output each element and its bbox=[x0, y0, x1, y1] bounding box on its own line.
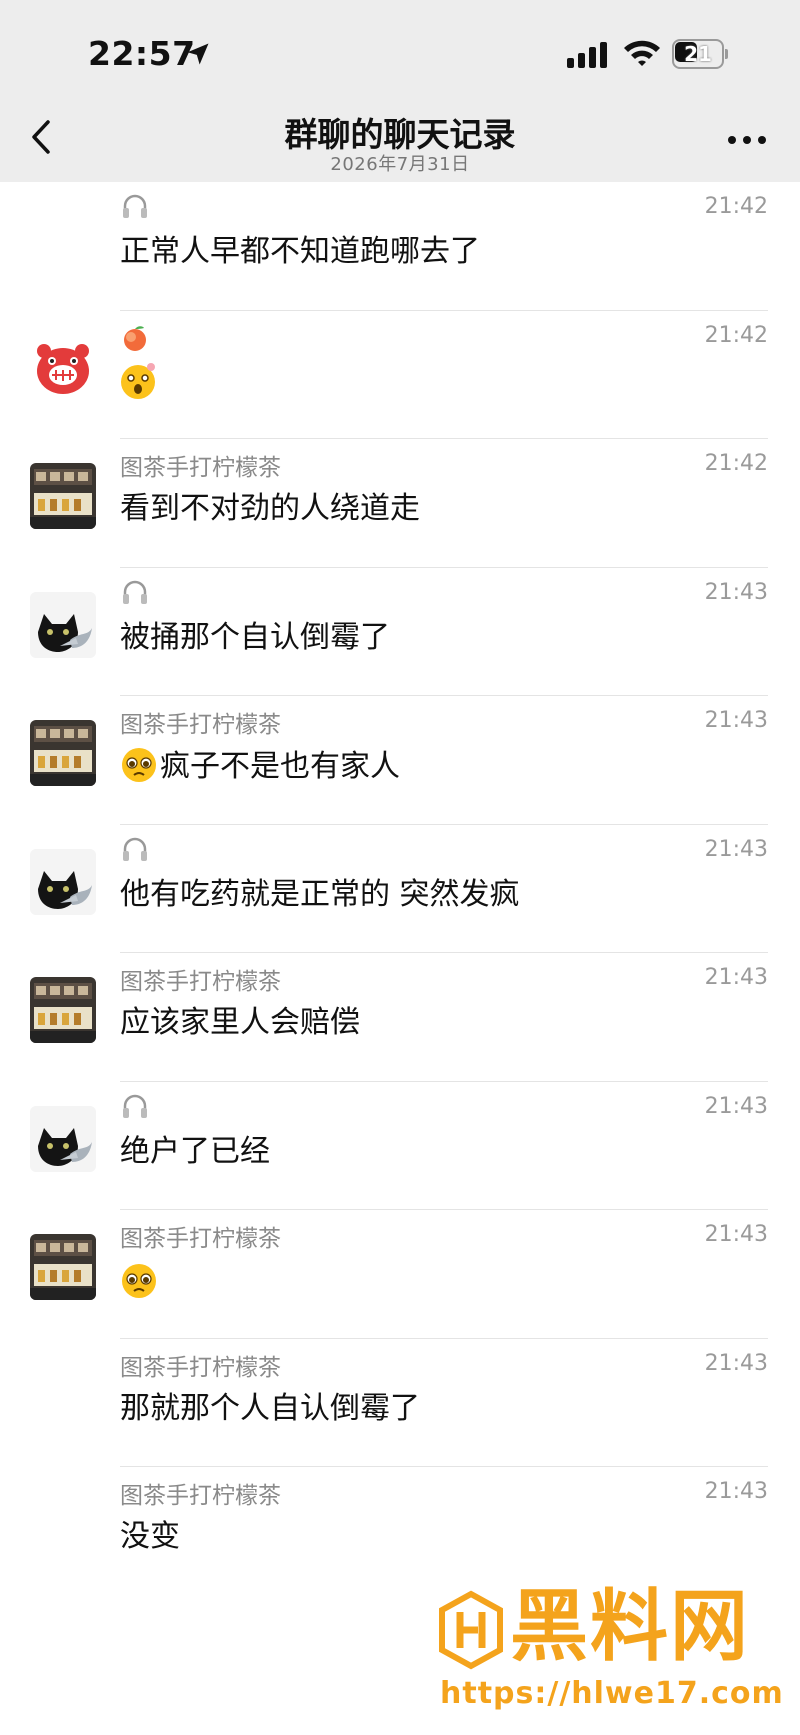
watermark-logo bbox=[439, 1590, 503, 1670]
pleading-emoji-icon bbox=[122, 1264, 156, 1298]
headphones-icon bbox=[123, 1094, 147, 1118]
message-text: 被捅那个自认倒霉了 bbox=[120, 619, 390, 655]
location-arrow-icon bbox=[187, 43, 209, 65]
watermark-text: 黑料网 bbox=[510, 1582, 751, 1672]
sender-name: 图茶手打柠檬茶 bbox=[120, 455, 281, 481]
headphones-icon bbox=[123, 580, 147, 604]
page-subtitle: 2026年7月31日 bbox=[330, 154, 470, 175]
pleading-emoji-icon bbox=[122, 748, 156, 782]
list-item[interactable]: 21:43 他有吃药就是正常的 突然发疯 bbox=[0, 825, 800, 953]
sender-name: 图茶手打柠檬茶 bbox=[120, 1226, 281, 1252]
cat-avatar[interactable] bbox=[30, 1105, 96, 1172]
list-item[interactable]: 图茶手打柠檬茶 21:43 那就那个人自认倒霉了 bbox=[0, 1339, 800, 1467]
sender-name: 图茶手打柠檬茶 bbox=[120, 969, 281, 995]
message-time: 21:43 bbox=[704, 1479, 768, 1504]
ellipsis-icon[interactable] bbox=[724, 122, 770, 158]
message-time: 21:43 bbox=[704, 1222, 768, 1247]
tea-shop-avatar[interactable] bbox=[30, 1234, 96, 1300]
message-text: 那就那个人自认倒霉了 bbox=[120, 1390, 420, 1426]
list-item[interactable]: 图茶手打柠檬茶 21:43 bbox=[0, 1210, 800, 1339]
sender-name: 图茶手打柠檬茶 bbox=[120, 712, 281, 738]
list-item[interactable]: 图茶手打柠檬茶 21:42 看到不对劲的人绕道走 bbox=[0, 439, 800, 568]
list-item[interactable]: 21:43 绝户了已经 bbox=[0, 1082, 800, 1210]
message-time: 21:43 bbox=[704, 1093, 768, 1119]
signal-icon bbox=[567, 42, 607, 68]
message-time: 21:43 bbox=[704, 1350, 768, 1376]
sender-name: 图茶手打柠檬茶 bbox=[120, 1483, 281, 1509]
status-bar: 22:57 21 bbox=[0, 0, 800, 100]
tea-shop-avatar[interactable] bbox=[30, 977, 96, 1043]
headphones-icon bbox=[123, 837, 147, 861]
message-text: 他有吃药就是正常的 突然发疯 bbox=[120, 876, 520, 912]
watermark-url: https://hlwe17.com bbox=[440, 1676, 784, 1711]
tea-shop-avatar[interactable] bbox=[30, 720, 96, 786]
pig-avatar[interactable] bbox=[30, 334, 96, 401]
message-time: 21:43 bbox=[704, 579, 768, 605]
top-bar: 22:57 21 群聊的聊天记录 2026年7月31日 bbox=[0, 0, 800, 182]
peach-emoji-icon bbox=[124, 325, 146, 351]
status-time: 22:57 bbox=[88, 34, 196, 73]
message-time: 21:43 bbox=[704, 708, 768, 733]
nav-bar: 群聊的聊天记录 2026年7月31日 bbox=[0, 100, 800, 182]
message-text: 应该家里人会赔偿 bbox=[120, 1005, 360, 1040]
cat-avatar[interactable] bbox=[30, 591, 96, 658]
message-time: 21:43 bbox=[704, 965, 768, 990]
page-title: 群聊的聊天记录 bbox=[284, 115, 516, 154]
battery-level: 21 bbox=[684, 42, 712, 66]
astonished-emoji-icon bbox=[121, 362, 155, 399]
cat-avatar[interactable] bbox=[30, 848, 96, 915]
message-time: 21:42 bbox=[704, 322, 768, 348]
message-list: 21:42 正常人早都不知道跑哪去了 21:42 图茶手打柠檬茶 21:42 看… bbox=[0, 182, 800, 1596]
message-text-row: 疯子不是也有家人 bbox=[120, 746, 400, 787]
message-text: 看到不对劲的人绕道走 bbox=[120, 491, 420, 526]
sender-name: 图茶手打柠檬茶 bbox=[120, 1354, 281, 1381]
list-item[interactable]: 21:43 被捅那个自认倒霉了 bbox=[0, 568, 800, 696]
list-item[interactable]: 21:42 正常人早都不知道跑哪去了 bbox=[0, 182, 800, 311]
list-item[interactable]: 21:42 bbox=[0, 311, 800, 439]
list-item[interactable]: 图茶手打柠檬茶 21:43 疯子不是也有家人 bbox=[0, 696, 800, 825]
message-time: 21:42 bbox=[704, 451, 768, 476]
wifi-icon bbox=[624, 40, 660, 66]
message-text: 绝户了已经 bbox=[120, 1133, 270, 1169]
message-text: 疯子不是也有家人 bbox=[160, 749, 400, 784]
message-time: 21:43 bbox=[704, 836, 768, 862]
list-item[interactable]: 图茶手打柠檬茶 21:43 应该家里人会赔偿 bbox=[0, 953, 800, 1082]
battery-icon: 21 bbox=[672, 39, 728, 69]
message-text: 没变 bbox=[120, 1519, 180, 1554]
tea-shop-avatar[interactable] bbox=[30, 463, 96, 529]
message-text: 正常人早都不知道跑哪去了 bbox=[120, 234, 480, 269]
message-time: 21:42 bbox=[704, 194, 768, 219]
list-item[interactable]: 图茶手打柠檬茶 21:43 没变 bbox=[0, 1467, 800, 1596]
headphones-icon bbox=[123, 194, 147, 218]
